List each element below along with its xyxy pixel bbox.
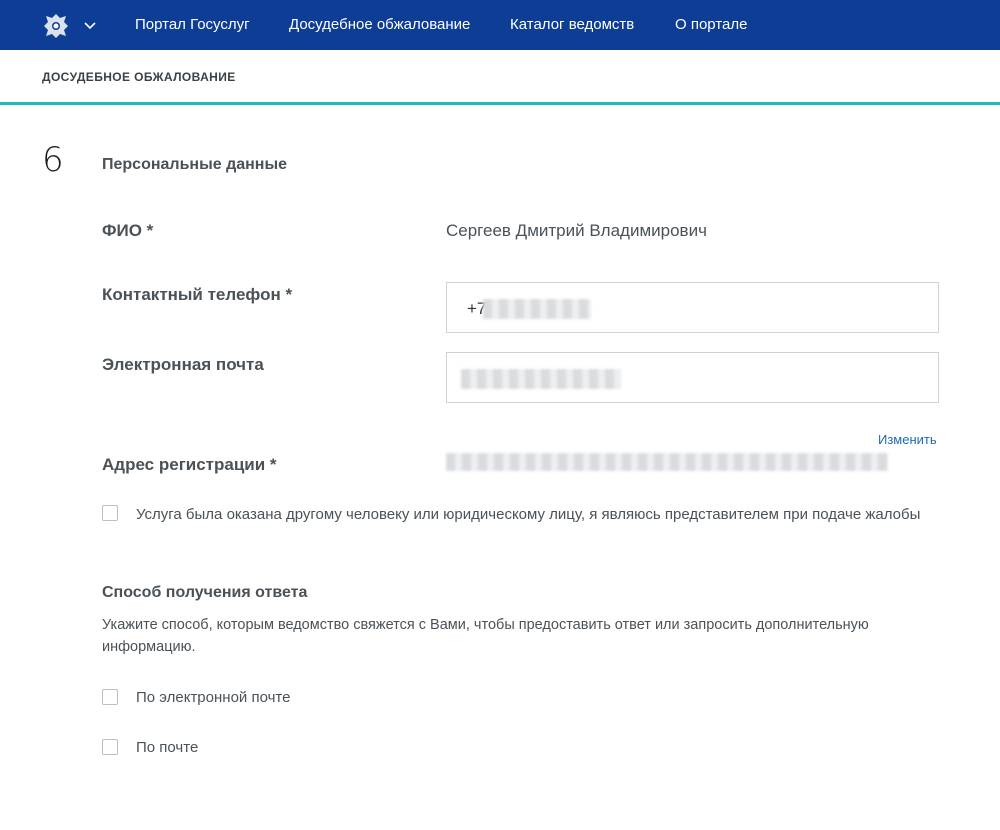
section-title: Персональные данные xyxy=(102,156,288,173)
change-address-link[interactable]: Изменить xyxy=(878,432,937,447)
nav-about-portal[interactable]: О портале xyxy=(675,16,747,33)
response-method-hint: Укажите способ, которым ведомство свяжет… xyxy=(102,617,869,655)
top-nav-bar: Портал Госуслуг Досудебное обжалование К… xyxy=(0,0,1000,50)
email-field[interactable] xyxy=(446,352,939,403)
fio-label: ФИО * xyxy=(102,221,154,240)
address-label: Адрес регистрации * xyxy=(102,455,277,474)
representative-checkbox-label[interactable]: Услуга была оказана другому человеку или… xyxy=(136,506,920,523)
chevron-down-icon[interactable] xyxy=(82,18,98,34)
phone-field[interactable]: +7 xyxy=(446,282,939,333)
redacted-phone xyxy=(483,299,591,319)
representative-checkbox[interactable] xyxy=(102,505,118,521)
post-response-label[interactable]: По почте xyxy=(136,739,198,756)
email-label: Электронная почта xyxy=(102,355,264,374)
phone-label: Контактный телефон * xyxy=(102,285,293,304)
page-title: ДОСУДЕБНОЕ ОБЖАЛОВАНИЕ xyxy=(42,70,236,84)
email-response-checkbox[interactable] xyxy=(102,689,118,705)
redacted-address xyxy=(446,453,888,471)
email-response-label[interactable]: По электронной почте xyxy=(136,689,290,706)
nav-pretrial-appeal[interactable]: Досудебное обжалование xyxy=(289,16,470,33)
response-method-title: Способ получения ответа xyxy=(102,584,308,601)
redacted-email xyxy=(461,369,621,389)
fio-value: Сергеев Дмитрий Владимирович xyxy=(446,221,707,240)
nav-portal-gosuslug[interactable]: Портал Госуслуг xyxy=(135,16,250,33)
post-response-checkbox[interactable] xyxy=(102,739,118,755)
step-number: 6 xyxy=(42,140,64,180)
nav-department-catalog[interactable]: Каталог ведомств xyxy=(510,16,634,33)
coat-of-arms-icon[interactable] xyxy=(40,10,72,42)
page-subheader: ДОСУДЕБНОЕ ОБЖАЛОВАНИЕ xyxy=(0,50,1000,105)
